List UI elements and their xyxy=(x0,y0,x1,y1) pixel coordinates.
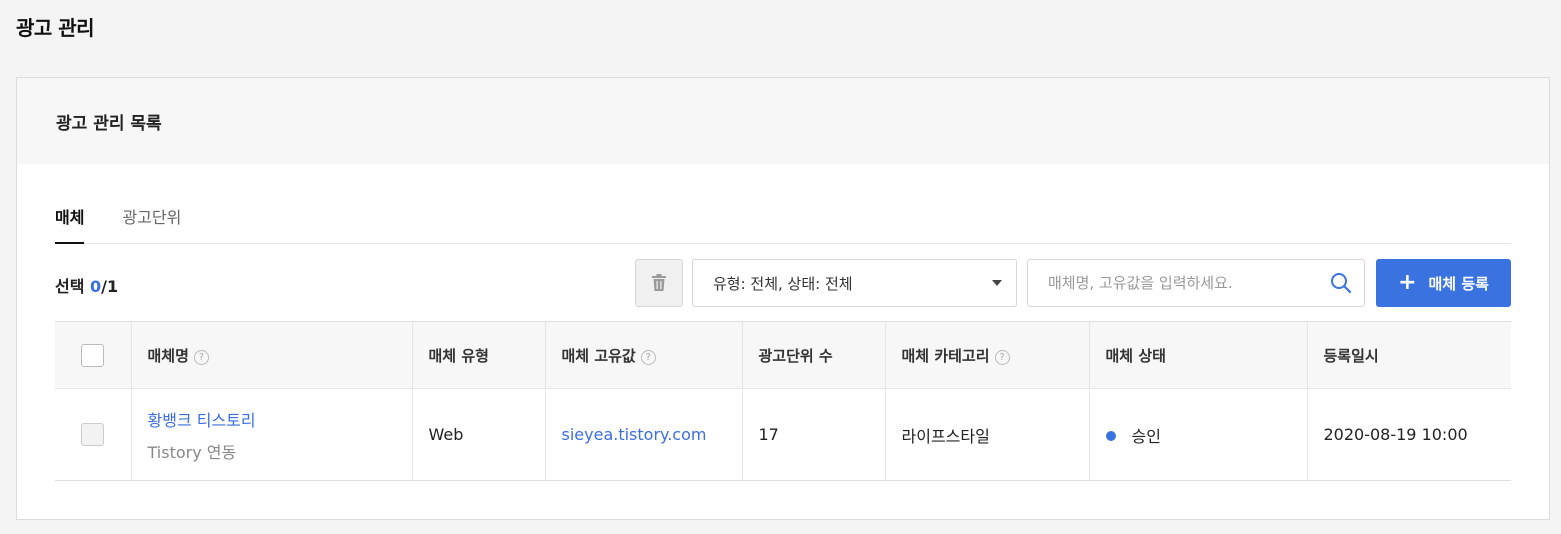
unique-value-link[interactable]: sieyea.tistory.com xyxy=(562,425,707,444)
filter-value: 유형: 전체, 상태: 전체 xyxy=(713,274,853,293)
search-icon[interactable] xyxy=(1330,272,1352,294)
registered-cell: 2020-08-19 10:00 xyxy=(1307,388,1511,481)
header-unique-value: 매체 고유값? xyxy=(545,321,743,389)
header-media-name: 매체명? xyxy=(131,321,413,389)
header-status: 매체 상태 xyxy=(1089,321,1308,389)
select-all-checkbox[interactable] xyxy=(81,343,105,367)
selection-count: 선택 0/1 xyxy=(55,273,118,297)
tab-media[interactable]: 매체 xyxy=(55,204,85,244)
selected-count: 0 xyxy=(90,277,102,296)
chevron-down-icon xyxy=(992,280,1002,286)
media-type-cell: Web xyxy=(412,388,546,481)
status-dot-icon xyxy=(1105,430,1116,441)
add-media-button[interactable]: + 매체 등록 xyxy=(1376,259,1511,307)
media-sub-label: Tistory 연동 xyxy=(147,442,237,462)
table-row: 황뱅크 티스토리 Tistory 연동 Web sieyea.tistory.c… xyxy=(55,388,1511,481)
tab-ad-units[interactable]: 광고단위 xyxy=(122,204,181,244)
row-checkbox[interactable] xyxy=(81,423,105,446)
search-input[interactable] xyxy=(1048,260,1328,306)
delete-button[interactable] xyxy=(635,259,683,307)
header-category: 매체 카테고리? xyxy=(885,321,1090,389)
help-icon[interactable]: ? xyxy=(640,349,656,365)
toolbar: 선택 0/1 유형: 전체, 상태: 전체 + 매체 xyxy=(55,259,1511,307)
help-icon[interactable]: ? xyxy=(193,349,209,365)
header-media-type: 매체 유형 xyxy=(412,321,546,389)
help-icon[interactable]: ? xyxy=(994,349,1010,365)
ad-unit-count-cell: 17 xyxy=(742,388,886,481)
status-label: 승인 xyxy=(1131,426,1161,446)
filter-dropdown[interactable]: 유형: 전체, 상태: 전체 xyxy=(692,259,1017,307)
unique-value-cell: sieyea.tistory.com xyxy=(545,388,743,481)
row-select-cell xyxy=(55,388,132,481)
tab-bar: 매체 광고단위 xyxy=(55,204,1511,244)
card-title: 광고 관리 목록 xyxy=(17,78,1549,164)
header-registered: 등록일시 xyxy=(1307,321,1511,389)
media-table: 매체명? 매체 유형 매체 고유값? 광고단위 수 매체 카테고리? 매체 상태… xyxy=(55,321,1511,481)
media-name-link[interactable]: 황뱅크 티스토리 xyxy=(148,407,412,431)
select-all-cell xyxy=(55,321,132,389)
page-title: 광고 관리 xyxy=(16,16,95,40)
header-ad-unit-count: 광고단위 수 xyxy=(742,321,886,389)
selection-label: 선택 xyxy=(55,277,85,296)
plus-icon: + xyxy=(1398,270,1417,295)
trash-icon xyxy=(652,274,666,291)
ad-list-card: 광고 관리 목록 매체 광고단위 선택 0/1 유형: 전체, 상태: 전체 매… xyxy=(16,77,1550,520)
category-cell: 라이프스타일 xyxy=(885,388,1090,481)
add-media-label: 매체 등록 xyxy=(1428,274,1489,293)
table-header-row: 매체명? 매체 유형 매체 고유값? 광고단위 수 매체 카테고리? 매체 상태… xyxy=(55,321,1511,389)
media-name-cell: 황뱅크 티스토리 Tistory 연동 xyxy=(131,388,413,481)
status-cell: 승인 xyxy=(1089,388,1308,481)
search-box xyxy=(1027,259,1365,307)
total-count: /1 xyxy=(101,277,119,296)
